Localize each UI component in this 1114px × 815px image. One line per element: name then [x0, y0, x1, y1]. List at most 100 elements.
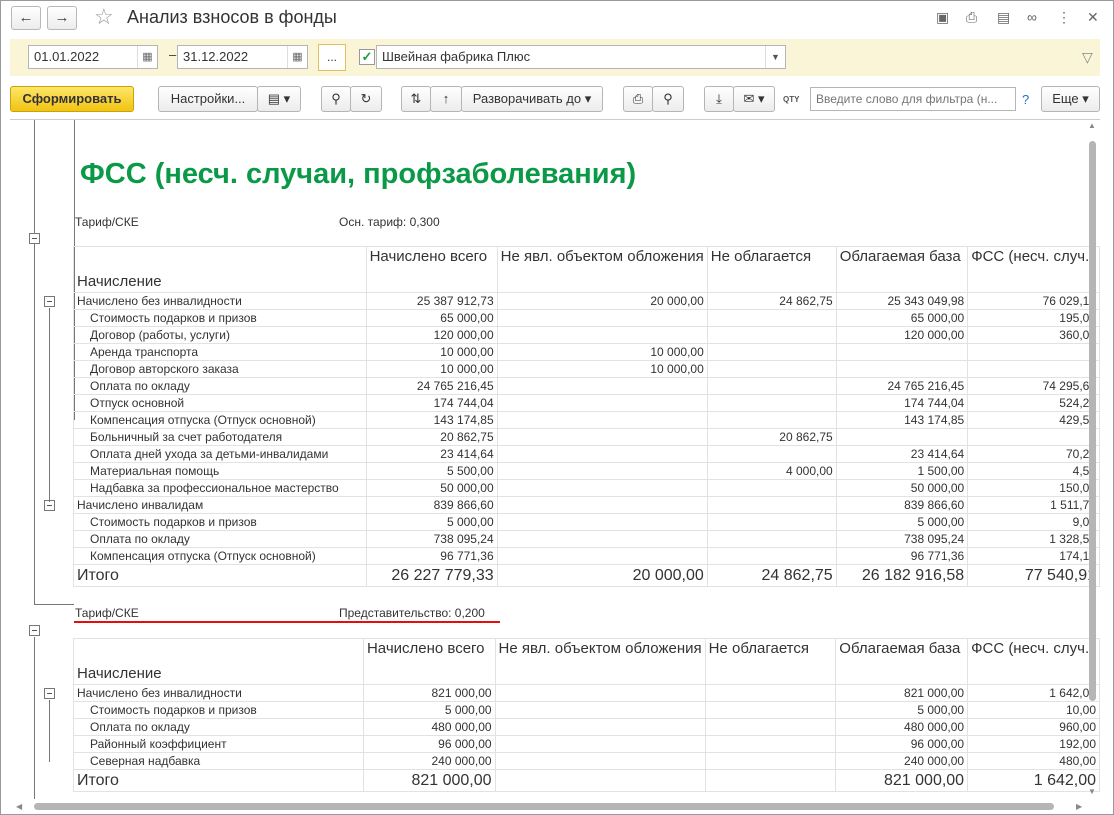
table-row: Стоимость подарков и призов 5 000,00 5 000… — [73, 701, 1100, 719]
filter-icon[interactable]: ▽ — [1082, 49, 1093, 66]
download-icon: ⤓ — [716, 91, 722, 106]
email-dropdown-button[interactable]: ✉ ▾ — [733, 86, 775, 112]
preview-button[interactable]: ⚲ — [652, 86, 684, 112]
table-cell: 360,00 — [967, 326, 1100, 344]
more-menu-button[interactable]: Еще ▾ — [1041, 86, 1100, 112]
table-row: Отпуск основной 174 744,04 174 744,04 524,2… — [73, 394, 1100, 412]
calendar-icon[interactable]: ▦ — [287, 46, 307, 68]
table-cell: Стоимость подарков и призов — [73, 701, 364, 719]
table-cell — [494, 752, 706, 770]
date-to-field[interactable]: 31.12.2022 ▦ — [177, 45, 308, 69]
print-button[interactable]: ⎙ — [623, 86, 653, 112]
table-cell: Аренда транспорта — [73, 343, 367, 361]
date-from-field[interactable]: 01.01.2022 ▦ — [28, 45, 158, 69]
table-row: Начислено без инвалидности 821 000,00 821 … — [73, 684, 1100, 702]
window-icon[interactable]: ▤ — [997, 9, 1010, 26]
print-icon: ⎙ — [632, 91, 644, 106]
expand-to-dropdown[interactable]: Разворачивать до ▾ — [461, 86, 603, 112]
collapse-group-icon[interactable] — [44, 296, 55, 307]
column-header: Облагаемая база — [835, 246, 969, 293]
table-cell: Договор (работы, услуги) — [73, 326, 367, 344]
table-cell: 20 000,00 — [496, 292, 708, 310]
table-cell: 10 000,00 — [496, 343, 708, 361]
collapse-group-icon[interactable] — [29, 625, 40, 636]
table-cell — [835, 428, 969, 446]
table-cell: 839 866,60 — [835, 496, 969, 514]
expand-all-button[interactable]: ⇅ — [401, 86, 431, 112]
table-cell: 5 000,00 — [362, 701, 496, 719]
print-icon[interactable]: ⎙ — [966, 9, 977, 26]
clipboard-icon: ▤ ▾ — [267, 91, 291, 106]
table-cell: 120 000,00 — [365, 326, 498, 344]
search-button[interactable]: ⚲ — [321, 86, 351, 112]
table-cell: 96 000,00 — [835, 735, 969, 753]
table-cell: 5 000,00 — [835, 513, 969, 531]
table-cell — [496, 309, 708, 327]
help-link[interactable]: ? — [1022, 92, 1029, 107]
column-header: Начислено всего — [362, 638, 496, 685]
table-cell — [706, 411, 837, 429]
calendar-icon[interactable]: ▦ — [137, 46, 157, 68]
variants-dropdown-button[interactable]: ▤ ▾ — [257, 86, 301, 112]
save-icon[interactable]: ▣ — [936, 9, 949, 26]
link-icon[interactable]: ∞ — [1027, 9, 1037, 25]
table-cell: 10,00 — [967, 701, 1100, 719]
table-cell: 429,52 — [967, 411, 1100, 429]
date-from-value: 01.01.2022 — [34, 49, 100, 64]
chevron-down-icon[interactable]: ▼ — [765, 46, 785, 68]
table-row: Оплата по окладу 24 765 216,45 24 765 216,… — [73, 377, 1100, 395]
table-cell — [706, 360, 837, 378]
table-cell — [496, 445, 708, 463]
search-reset-button[interactable]: ↻ — [350, 86, 382, 112]
tariff-value-2: Представительство: 0,200 — [339, 606, 485, 620]
forward-arrow-icon[interactable]: → — [47, 6, 77, 30]
total-cell: Итого — [73, 769, 364, 792]
table-cell — [496, 547, 708, 565]
organization-checkbox[interactable]: ✓ — [359, 49, 375, 65]
horizontal-scrollbar[interactable]: ◀ ▶ — [10, 799, 1100, 813]
back-arrow-icon[interactable]: ← — [11, 6, 41, 30]
search-refresh-icon: ↻ — [360, 91, 372, 106]
column-header: Начисление — [73, 638, 364, 685]
table-row: Начислено без инвалидности 25 387 912,73 2… — [73, 292, 1100, 310]
collapse-all-button[interactable]: ↑ — [430, 86, 462, 112]
table-row: Оплата по окладу 480 000,00 480 000,00 960,… — [73, 718, 1100, 736]
table-cell — [706, 496, 837, 514]
scroll-up-icon[interactable]: ▲ — [1088, 121, 1096, 130]
favorite-star-icon[interactable]: ☆ — [94, 4, 114, 30]
table-cell — [835, 360, 969, 378]
table-cell: 23 414,64 — [365, 445, 498, 463]
filter-search-input[interactable] — [810, 87, 1016, 111]
horizontal-scroll-thumb[interactable] — [34, 803, 1054, 810]
report-title: ФСС (несч. случаи, профзаболевания) — [80, 158, 637, 190]
vertical-scroll-thumb[interactable] — [1089, 141, 1096, 701]
total-cell: 26 182 916,58 — [835, 564, 969, 587]
search-icon: ⚲ — [331, 91, 341, 106]
scroll-down-icon[interactable]: ▼ — [1088, 787, 1096, 796]
table-cell: 70,24 — [967, 445, 1100, 463]
menu-dots-icon[interactable]: ⋮ — [1057, 9, 1071, 26]
vertical-scrollbar[interactable]: ▲ ▼ — [1085, 119, 1099, 799]
table-row: Районный коэффициент 96 000,00 96 000,00 19… — [73, 735, 1100, 753]
total-cell: 821 000,00 — [362, 769, 496, 792]
table-cell: 24 862,75 — [706, 292, 837, 310]
table-cell — [496, 428, 708, 446]
total-cell — [494, 769, 706, 792]
tree-line — [49, 700, 50, 762]
scroll-left-icon[interactable]: ◀ — [16, 802, 22, 811]
organization-field[interactable]: Швейная фабрика Плюс ▼ — [376, 45, 786, 69]
collapse-group-icon[interactable] — [29, 233, 40, 244]
period-select-button[interactable]: ... — [318, 44, 346, 71]
scroll-right-icon[interactable]: ▶ — [1076, 802, 1082, 811]
table-cell — [967, 343, 1100, 361]
generate-button[interactable]: Сформировать — [10, 86, 134, 112]
settings-button[interactable]: Настройки... — [158, 86, 258, 112]
close-icon[interactable]: ✕ — [1087, 9, 1099, 26]
table-cell — [704, 684, 837, 702]
table-cell: Компенсация отпуска (Отпуск основной) — [73, 547, 367, 565]
collapse-group-icon[interactable] — [44, 688, 55, 699]
organization-value: Швейная фабрика Плюс — [382, 49, 531, 64]
table-cell — [706, 547, 837, 565]
download-button[interactable]: ⤓ — [704, 86, 734, 112]
total-cell: Итого — [73, 564, 367, 587]
